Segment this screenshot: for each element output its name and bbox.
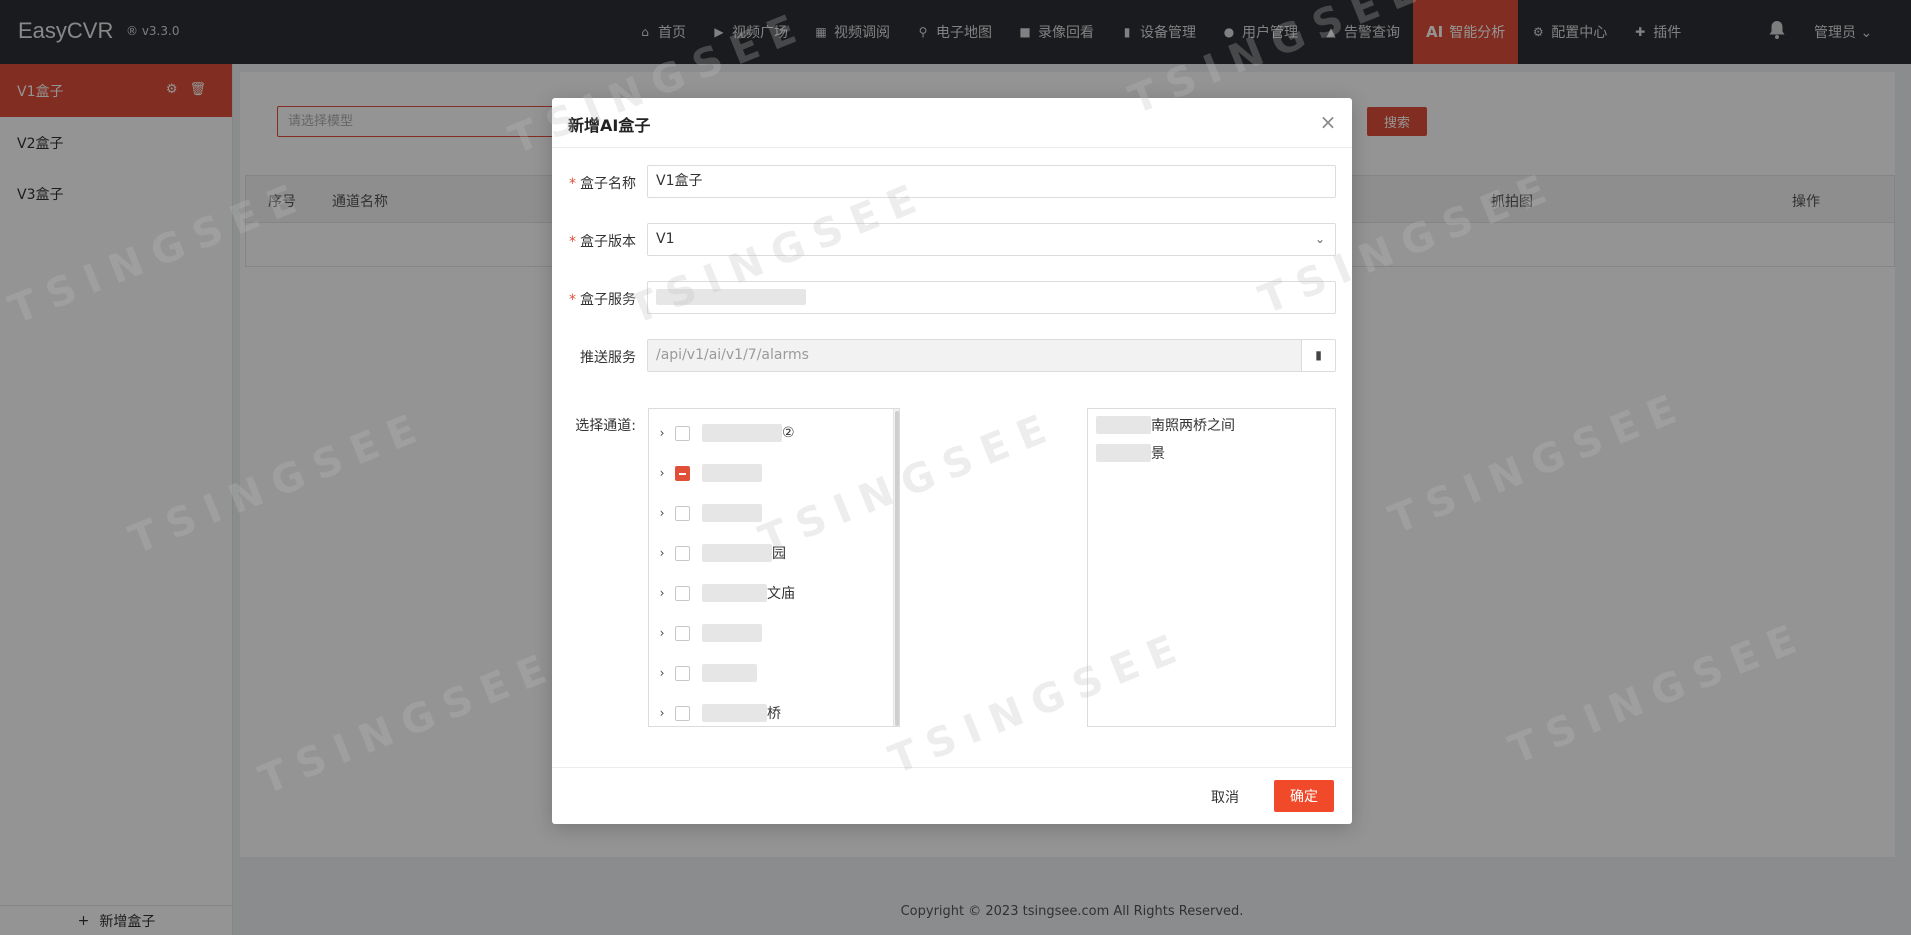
tree-node[interactable]: ›	[649, 661, 889, 685]
tree-node-label: 园	[772, 546, 786, 562]
chevron-down-icon: ⌄	[1314, 232, 1325, 246]
channel-select-label: 选择通道:	[575, 418, 636, 434]
tree-node[interactable]: ›	[649, 501, 889, 525]
chevron-right-icon[interactable]: ›	[653, 546, 671, 560]
tree-checkbox[interactable]	[675, 705, 690, 721]
box-service-input[interactable]	[647, 281, 1336, 314]
push-service-row: 推送服务 /api/v1/ai/v1/7/alarms ▮	[552, 339, 1352, 373]
tree-scrollbar[interactable]	[893, 409, 899, 726]
confirm-button[interactable]: 确定	[1274, 780, 1334, 812]
box-name-label: * 盒子名称	[569, 176, 636, 192]
box-name-row: * 盒子名称 V1盒子	[552, 165, 1352, 199]
redacted-value	[1096, 444, 1151, 462]
tree-checkbox[interactable]	[675, 585, 690, 601]
selected-item[interactable]: 南照两桥之间	[1096, 413, 1235, 437]
dialog-header: 新增AI盒子 ×	[552, 98, 1352, 148]
tree-node[interactable]: ›	[649, 461, 889, 485]
dialog-footer: 取消 确定	[552, 767, 1352, 824]
redacted-value	[656, 289, 806, 305]
tree-node-label: 文庙	[767, 586, 795, 602]
add-ai-box-dialog: 新增AI盒子 × * 盒子名称 V1盒子 * 盒子版本 V1 ⌄ * 盒子服务 推送服…	[552, 98, 1352, 824]
redacted-value	[702, 584, 767, 602]
tree-checkbox[interactable]	[675, 425, 690, 441]
chevron-right-icon[interactable]: ›	[653, 466, 671, 480]
chevron-right-icon[interactable]: ›	[653, 586, 671, 600]
close-icon[interactable]: ×	[1318, 112, 1338, 132]
box-version-value: V1	[656, 231, 675, 247]
redacted-value	[1096, 416, 1151, 434]
selected-channels: 南照两桥之间 景	[1087, 408, 1336, 727]
tree-node[interactable]: › 园	[649, 541, 889, 565]
tree-checkbox[interactable]	[675, 665, 690, 681]
chevron-right-icon[interactable]: ›	[653, 706, 671, 720]
tree-checkbox[interactable]	[675, 625, 690, 641]
box-version-row: * 盒子版本 V1 ⌄	[552, 223, 1352, 257]
redacted-value	[702, 624, 762, 642]
box-service-label: * 盒子服务	[569, 292, 636, 308]
selected-item[interactable]: 景	[1096, 441, 1165, 465]
tree-node[interactable]: › 桥	[649, 701, 889, 725]
redacted-value	[702, 544, 772, 562]
tree-node-label: 桥	[767, 706, 781, 722]
redacted-value	[702, 664, 757, 682]
box-version-select[interactable]: V1 ⌄	[647, 223, 1336, 256]
redacted-value	[702, 704, 767, 722]
dialog-title: 新增AI盒子	[568, 116, 651, 135]
push-service-input: /api/v1/ai/v1/7/alarms ▮	[647, 339, 1336, 372]
copy-icon[interactable]: ▮	[1301, 340, 1335, 371]
tree-node[interactable]: › 文庙	[649, 581, 889, 605]
tree-checkbox[interactable]	[675, 465, 690, 481]
chevron-right-icon[interactable]: ›	[653, 626, 671, 640]
tree-checkbox[interactable]	[675, 505, 690, 521]
selected-item-label: 景	[1151, 446, 1165, 462]
selected-item-label: 南照两桥之间	[1151, 418, 1235, 434]
push-service-value: /api/v1/ai/v1/7/alarms	[656, 347, 809, 363]
tree-node[interactable]: › ②	[649, 421, 889, 445]
scrollbar-thumb[interactable]	[895, 411, 899, 726]
redacted-value	[702, 424, 782, 442]
redacted-value	[702, 504, 762, 522]
tree-node[interactable]: ›	[649, 621, 889, 645]
chevron-right-icon[interactable]: ›	[653, 666, 671, 680]
box-name-input[interactable]: V1盒子	[647, 165, 1336, 198]
push-service-label: 推送服务	[580, 350, 636, 366]
box-version-label: * 盒子版本	[569, 234, 636, 250]
channel-tree: › ② › › › 园 › 文庙 › › › 桥	[648, 408, 900, 727]
chevron-right-icon[interactable]: ›	[653, 506, 671, 520]
chevron-right-icon[interactable]: ›	[653, 426, 671, 440]
redacted-value	[702, 464, 762, 482]
cancel-button[interactable]: 取消	[1199, 782, 1251, 812]
tree-node-label: ②	[782, 425, 795, 441]
tree-checkbox[interactable]	[675, 545, 690, 561]
box-service-row: * 盒子服务	[552, 281, 1352, 315]
